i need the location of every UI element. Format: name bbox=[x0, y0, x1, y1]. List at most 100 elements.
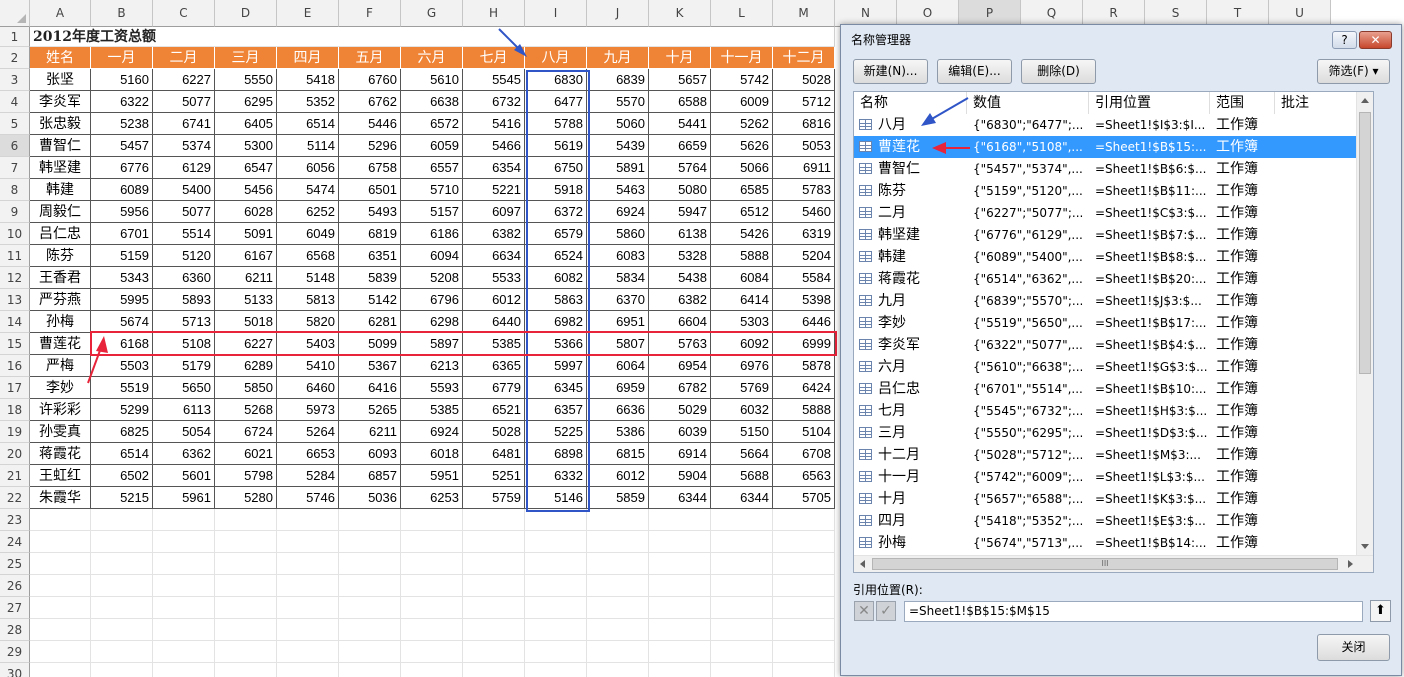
grid-cell[interactable] bbox=[153, 663, 215, 677]
employee-name-cell[interactable]: 蒋霞花 bbox=[30, 443, 91, 465]
col-header-scope[interactable]: 范围 bbox=[1210, 92, 1275, 114]
salary-cell[interactable]: 6370 bbox=[587, 289, 649, 311]
column-header[interactable]: P bbox=[959, 0, 1021, 27]
salary-cell[interactable]: 6372 bbox=[525, 201, 587, 223]
scroll-right-icon[interactable] bbox=[1348, 560, 1353, 568]
salary-cell[interactable]: 5179 bbox=[153, 355, 215, 377]
salary-cell[interactable]: 6514 bbox=[277, 113, 339, 135]
salary-cell[interactable]: 5400 bbox=[153, 179, 215, 201]
cancel-edit-icon[interactable]: ✕ bbox=[854, 601, 874, 621]
grid-cell[interactable] bbox=[525, 553, 587, 575]
salary-cell[interactable]: 5619 bbox=[525, 135, 587, 157]
salary-cell[interactable]: 5764 bbox=[649, 157, 711, 179]
close-x-button[interactable]: ✕ bbox=[1359, 31, 1392, 49]
salary-cell[interactable]: 5839 bbox=[339, 267, 401, 289]
table-header-cell[interactable]: 一月 bbox=[91, 47, 153, 69]
salary-cell[interactable]: 5238 bbox=[91, 113, 153, 135]
name-list-item[interactable]: 孙梅 {"5674","5713",... =Sheet1!$B$14:... 工作簿 bbox=[854, 532, 1373, 554]
salary-cell[interactable]: 6659 bbox=[649, 135, 711, 157]
salary-cell[interactable]: 5148 bbox=[277, 267, 339, 289]
row-header[interactable]: 22 bbox=[0, 487, 30, 509]
column-header[interactable]: O bbox=[897, 0, 959, 27]
salary-cell[interactable]: 5888 bbox=[711, 245, 773, 267]
grid-cell[interactable] bbox=[773, 641, 835, 663]
grid-cell[interactable] bbox=[463, 509, 525, 531]
salary-cell[interactable]: 6563 bbox=[773, 465, 835, 487]
salary-cell[interactable]: 5099 bbox=[339, 333, 401, 355]
salary-cell[interactable]: 6819 bbox=[339, 223, 401, 245]
salary-cell[interactable]: 5385 bbox=[463, 333, 525, 355]
grid-cell[interactable] bbox=[91, 663, 153, 677]
salary-cell[interactable]: 6092 bbox=[711, 333, 773, 355]
salary-cell[interactable]: 5742 bbox=[711, 69, 773, 91]
column-header[interactable]: Q bbox=[1021, 0, 1083, 27]
grid-cell[interactable] bbox=[525, 575, 587, 597]
grid-cell[interactable] bbox=[773, 619, 835, 641]
salary-cell[interactable]: 6094 bbox=[401, 245, 463, 267]
salary-cell[interactable]: 5514 bbox=[153, 223, 215, 245]
name-list-item[interactable]: 六月 {"5610";"6638";... =Sheet1!$G$3:$... 工作簿 bbox=[854, 356, 1373, 378]
grid-cell[interactable] bbox=[711, 641, 773, 663]
salary-cell[interactable]: 5657 bbox=[649, 69, 711, 91]
grid-cell[interactable] bbox=[401, 619, 463, 641]
row-header[interactable]: 26 bbox=[0, 575, 30, 597]
grid-cell[interactable] bbox=[525, 641, 587, 663]
salary-cell[interactable]: 6460 bbox=[277, 377, 339, 399]
salary-cell[interactable]: 5251 bbox=[463, 465, 525, 487]
grid-cell[interactable] bbox=[215, 619, 277, 641]
salary-cell[interactable]: 6521 bbox=[463, 399, 525, 421]
grid-cell[interactable] bbox=[30, 641, 91, 663]
salary-cell[interactable]: 5904 bbox=[649, 465, 711, 487]
salary-cell[interactable]: 5352 bbox=[277, 91, 339, 113]
salary-cell[interactable]: 5446 bbox=[339, 113, 401, 135]
grid-cell[interactable] bbox=[277, 597, 339, 619]
salary-cell[interactable]: 6093 bbox=[339, 443, 401, 465]
salary-cell[interactable]: 5474 bbox=[277, 179, 339, 201]
salary-cell[interactable]: 5601 bbox=[153, 465, 215, 487]
salary-cell[interactable]: 5262 bbox=[711, 113, 773, 135]
employee-name-cell[interactable]: 周毅仁 bbox=[30, 201, 91, 223]
salary-cell[interactable]: 6021 bbox=[215, 443, 277, 465]
grid-cell[interactable] bbox=[91, 641, 153, 663]
grid-cell[interactable] bbox=[30, 531, 91, 553]
grid-cell[interactable] bbox=[215, 641, 277, 663]
salary-cell[interactable]: 5463 bbox=[587, 179, 649, 201]
grid-cell[interactable] bbox=[91, 597, 153, 619]
salary-cell[interactable]: 6082 bbox=[525, 267, 587, 289]
salary-cell[interactable]: 5204 bbox=[773, 245, 835, 267]
column-header[interactable]: F bbox=[339, 0, 401, 27]
salary-cell[interactable]: 5108 bbox=[153, 333, 215, 355]
salary-cell[interactable]: 6211 bbox=[215, 267, 277, 289]
salary-cell[interactable]: 6039 bbox=[649, 421, 711, 443]
grid-cell[interactable] bbox=[401, 531, 463, 553]
grid-cell[interactable] bbox=[773, 597, 835, 619]
salary-cell[interactable]: 6982 bbox=[525, 311, 587, 333]
salary-cell[interactable]: 6724 bbox=[215, 421, 277, 443]
grid-cell[interactable] bbox=[91, 553, 153, 575]
salary-cell[interactable]: 5438 bbox=[649, 267, 711, 289]
salary-cell[interactable]: 5418 bbox=[277, 69, 339, 91]
grid-cell[interactable] bbox=[525, 531, 587, 553]
salary-cell[interactable]: 5221 bbox=[463, 179, 525, 201]
row-header[interactable]: 6 bbox=[0, 135, 30, 157]
grid-cell[interactable] bbox=[587, 641, 649, 663]
grid-cell[interactable] bbox=[711, 531, 773, 553]
row-header[interactable]: 23 bbox=[0, 509, 30, 531]
salary-cell[interactable]: 5850 bbox=[215, 377, 277, 399]
salary-cell[interactable]: 5053 bbox=[773, 135, 835, 157]
salary-cell[interactable]: 5550 bbox=[215, 69, 277, 91]
salary-cell[interactable]: 6477 bbox=[525, 91, 587, 113]
table-header-cell[interactable]: 姓名 bbox=[30, 47, 91, 69]
salary-cell[interactable]: 6708 bbox=[773, 443, 835, 465]
salary-cell[interactable]: 6924 bbox=[401, 421, 463, 443]
salary-cell[interactable]: 5157 bbox=[401, 201, 463, 223]
salary-cell[interactable]: 6782 bbox=[649, 377, 711, 399]
salary-cell[interactable]: 6701 bbox=[91, 223, 153, 245]
grid-cell[interactable] bbox=[215, 553, 277, 575]
salary-cell[interactable]: 6012 bbox=[463, 289, 525, 311]
salary-cell[interactable]: 5863 bbox=[525, 289, 587, 311]
employee-name-cell[interactable]: 孙雯真 bbox=[30, 421, 91, 443]
salary-cell[interactable]: 5918 bbox=[525, 179, 587, 201]
grid-cell[interactable] bbox=[401, 27, 463, 47]
name-list-item[interactable]: 十二月 {"5028";"5712";... =Sheet1!$M$3:... 工作簿 bbox=[854, 444, 1373, 466]
